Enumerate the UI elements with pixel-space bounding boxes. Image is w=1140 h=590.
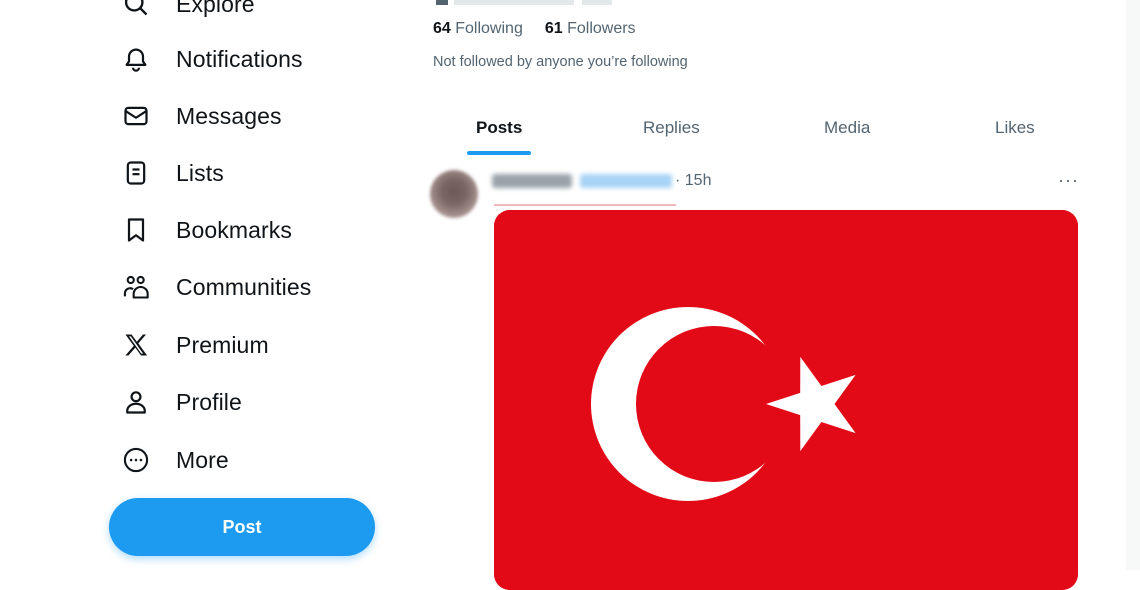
sidebar-item-label: Premium <box>176 331 269 358</box>
following-link[interactable]: 64 Following <box>433 20 523 38</box>
sidebar-item-label: Messages <box>176 102 282 129</box>
sidebar-item-bookmarks[interactable]: Bookmarks <box>118 208 292 252</box>
following-count: 64 <box>433 20 451 37</box>
followers-link[interactable]: 61 Followers <box>545 20 636 38</box>
followers-label: Followers <box>567 20 636 37</box>
avatar[interactable] <box>430 170 478 218</box>
turkish-flag-image <box>494 210 1078 590</box>
post-media-image[interactable] <box>494 210 1078 590</box>
blurred-underline <box>494 204 676 206</box>
profile-main: 64 Following 61 Followers Not followed b… <box>400 0 1113 590</box>
sidebar-item-messages[interactable]: Messages <box>118 94 282 138</box>
search-icon <box>118 0 158 24</box>
sidebar-item-lists[interactable]: Lists <box>118 151 224 195</box>
tab-media[interactable]: Media <box>824 100 870 156</box>
sidebar-item-label: Explore <box>176 0 255 17</box>
sidebar-item-label: Communities <box>176 273 312 300</box>
sidebar-nav: Explore Notifications Messages Lists Boo… <box>0 0 400 570</box>
sidebar-item-communities[interactable]: Communities <box>118 265 311 309</box>
profile-tabs: Posts Replies Media Likes <box>433 100 1113 156</box>
list-icon <box>118 153 158 193</box>
post-timestamp[interactable]: · 15h <box>675 172 711 190</box>
not-followed-note: Not followed by anyone you’re following <box>433 54 688 70</box>
more-circle-icon <box>118 440 158 480</box>
envelope-icon <box>118 96 158 136</box>
right-edge-panel <box>1126 0 1140 570</box>
bookmark-icon <box>118 210 158 250</box>
sidebar-item-label: Bookmarks <box>176 216 292 243</box>
communities-icon <box>118 267 158 307</box>
tab-posts[interactable]: Posts <box>476 100 522 156</box>
blurred-author-name <box>492 174 672 190</box>
sidebar-item-premium[interactable]: Premium <box>118 323 269 367</box>
sidebar-item-explore[interactable]: Explore <box>118 0 255 26</box>
bell-icon <box>118 39 158 79</box>
sidebar-item-profile[interactable]: Profile <box>118 380 242 424</box>
sidebar-item-label: Lists <box>176 159 224 186</box>
sidebar-item-label: More <box>176 446 229 473</box>
sidebar-item-notifications[interactable]: Notifications <box>118 37 303 81</box>
x-logo-icon <box>118 325 158 365</box>
cropped-header-remnant <box>436 0 616 5</box>
sidebar-item-label: Profile <box>176 388 242 415</box>
post-more-button[interactable]: ··· <box>1058 170 1079 191</box>
active-tab-indicator <box>467 151 531 155</box>
post-button[interactable]: Post <box>109 498 375 556</box>
post-header: · 15h ··· <box>430 168 1080 218</box>
tab-replies[interactable]: Replies <box>643 100 700 156</box>
sidebar-item-more[interactable]: More <box>118 438 229 482</box>
tab-likes[interactable]: Likes <box>995 100 1035 156</box>
following-label: Following <box>455 20 523 37</box>
person-icon <box>118 382 158 422</box>
follow-stats: 64 Following 61 Followers <box>433 20 636 38</box>
sidebar-item-label: Notifications <box>176 45 303 72</box>
followers-count: 61 <box>544 20 563 37</box>
